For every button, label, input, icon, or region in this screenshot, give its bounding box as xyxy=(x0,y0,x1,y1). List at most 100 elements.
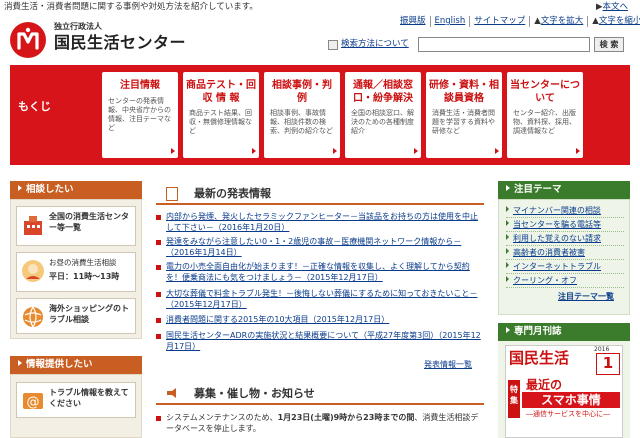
provide-heading: 情報提供したい xyxy=(10,356,142,374)
skip-link-text[interactable]: 本文へ xyxy=(603,2,629,12)
news-item[interactable]: 発達をみながら注意したい0・1・2歳児の事故－医療機関ネットワーク情報から－（2… xyxy=(156,237,484,259)
arrow-right-icon xyxy=(18,185,22,191)
provide-card-trouble-info[interactable]: @ トラブル情報を教えてください xyxy=(16,382,136,418)
consult-heading: 相談したい xyxy=(10,181,142,199)
building-icon xyxy=(24,216,42,235)
logo-icon[interactable] xyxy=(10,22,46,58)
focus-link[interactable]: インターネットトラブル xyxy=(513,262,601,271)
search-help-text[interactable]: 検索方法について xyxy=(341,39,409,50)
utility-link-font-large[interactable]: ▲文字を拡大 xyxy=(529,16,587,28)
nav-item-product-tests[interactable]: 商品テスト・回 収 情 報 商品テスト結果、回収・無償修理情報など xyxy=(183,72,259,158)
document-icon xyxy=(166,187,178,201)
site-tagline: 消費生活・消費者問題に関する事例や対処方法を紹介しています。 xyxy=(4,2,258,12)
utility-link-text[interactable]: 振興版 xyxy=(400,16,426,26)
focus-item[interactable]: インターネットトラブル xyxy=(506,262,624,274)
news-link[interactable]: 消費者問題に関する2015年の10大項目（2015年12月17日） xyxy=(166,315,484,326)
megaphone-icon xyxy=(167,388,176,398)
consult-card-sub: 平日：11時～13時 xyxy=(49,272,120,281)
consult-card-center-list[interactable]: 全国の消費生活センター等一覧 xyxy=(16,206,136,246)
focus-more-text[interactable]: 注目テーマ一覧 xyxy=(558,292,614,301)
arrow-right-icon xyxy=(252,148,256,154)
focus-link[interactable]: 当センターを騙る電話等 xyxy=(513,220,601,229)
bullet-icon xyxy=(156,334,161,339)
utility-link-text[interactable]: 文字を縮小 xyxy=(599,16,640,26)
provide-card-text: トラブル情報を教えてください xyxy=(49,388,129,408)
chevron-right-icon xyxy=(506,234,509,240)
news-link[interactable]: 電力の小売全面自由化が始まります！－正確な情報を収集し、よく理解してから契約を！… xyxy=(166,262,484,284)
news-link[interactable]: 内部から発煙、発火したセラミックファンヒーター－当該品をお持ちの方は使用を中止し… xyxy=(166,212,484,234)
consult-card-lunch[interactable]: お昼の消費生活相談 平日：11時～13時 xyxy=(16,252,136,292)
magazine-heading: 専門月刊誌 xyxy=(498,323,630,341)
focus-item[interactable]: 当センターを騙る電話等 xyxy=(506,220,624,232)
arrow-right-icon xyxy=(414,148,418,154)
event-text-pre: システムメンテナンスのため、 xyxy=(166,413,278,422)
news-item[interactable]: 内部から発煙、発火したセラミックファンヒーター－当該品をお持ちの方は使用を中止し… xyxy=(156,212,484,234)
chevron-right-icon xyxy=(506,220,509,226)
consult-card-text: 海外ショッピングのトラブル相談 xyxy=(49,304,129,324)
nav-item-title: 通報／相談窓口・紛争解決 xyxy=(353,80,413,104)
bullet-icon xyxy=(156,265,161,270)
focus-link[interactable]: 利用した覚えのない請求 xyxy=(513,234,601,243)
focus-item[interactable]: 高齢者の消費者被害 xyxy=(506,248,624,260)
news-link[interactable]: 大切な葬儀で料金トラブル発生！－後悔しない葬儀にするために知っておきたいこと－（… xyxy=(166,289,484,311)
bullet-icon xyxy=(156,416,161,421)
focus-item[interactable]: クーリング・オフ xyxy=(506,276,624,288)
arrow-right-icon xyxy=(333,148,337,154)
news-item[interactable]: 大切な葬儀で料金トラブル発生！－後悔しない葬儀にするために知っておきたいこと－（… xyxy=(156,289,484,311)
utility-link-text[interactable]: English xyxy=(435,16,466,26)
utility-link-english[interactable]: English xyxy=(429,16,470,28)
nav-item-desc: 商品テスト結果、回収・無償修理情報など xyxy=(189,109,252,136)
utility-link-font-small[interactable]: ▲文字を縮小 xyxy=(587,16,640,28)
magazine-feature-label: 特集 xyxy=(508,380,520,418)
news-link[interactable]: 国民生活センターADRの実施状況と結果概要について（平成27年度第3回）（201… xyxy=(166,331,484,353)
nav-item-contact-disputes[interactable]: 通報／相談窓口・紛争解決 全国の相談窓口、解決のための各種制度紹介 xyxy=(345,72,421,158)
utility-link-text[interactable]: サイトマップ xyxy=(474,16,525,26)
nav-item-desc: センター紹介、出版物、資料探、採用、調達情報など xyxy=(513,109,576,136)
nav-item-desc: センターの発表情報、中央省庁からの情報、注目テーマなど xyxy=(108,96,171,132)
nav-item-title: 相談事例・判 例 xyxy=(272,80,352,104)
consult-card-text: 全国の消費生活センター等一覧 xyxy=(49,212,129,232)
focus-more-link[interactable]: 注目テーマ一覧 xyxy=(558,292,614,302)
search-help-link[interactable]: 検索方法について xyxy=(328,39,409,50)
focus-heading-text: 注目テーマ xyxy=(514,184,562,195)
focus-link[interactable]: クーリング・オフ xyxy=(513,276,577,285)
nav-item-desc: 消費生活・消費者問題を学習する資料や研修など xyxy=(432,109,495,136)
magazine-title: 国民生活 xyxy=(509,349,570,367)
nav-item-cases[interactable]: 相談事例・判 例 相談事例、事故情報、相談件数の検索、判例の紹介など xyxy=(264,72,352,158)
skip-to-content-link[interactable]: ▶本文へ xyxy=(596,2,628,13)
nav-item-title: 研修・資料・相談員資格 xyxy=(429,80,499,104)
focus-heading: 注目テーマ xyxy=(498,181,630,199)
chevron-right-icon xyxy=(506,276,509,282)
arrow-right-icon xyxy=(171,148,175,154)
nav-item-featured[interactable]: 注目情報 センターの発表情報、中央省庁からの情報、注目テーマなど xyxy=(102,72,178,158)
consult-card-overseas[interactable]: 海外ショッピングのトラブル相談 xyxy=(16,298,136,334)
search-input[interactable] xyxy=(418,37,590,52)
utility-link-text[interactable]: 文字を拡大 xyxy=(541,16,584,26)
utility-link-furigana[interactable]: 振興版 xyxy=(396,16,430,27)
news-item[interactable]: 国民生活センターADRの実施状況と結果概要について（平成27年度第3回）（201… xyxy=(156,331,484,353)
nav-item-title: 当センターについて xyxy=(510,80,580,104)
nav-item-title: 注目情報 xyxy=(120,80,160,91)
divider xyxy=(506,259,624,260)
arrow-right-icon xyxy=(495,148,499,154)
focus-item[interactable]: マイナンバー関連の相談 xyxy=(506,206,624,218)
utility-link-sitemap[interactable]: サイトマップ xyxy=(469,16,529,28)
focus-link[interactable]: 高齢者の消費者被害 xyxy=(513,248,585,257)
news-more-text[interactable]: 発表情報一覧 xyxy=(424,360,472,369)
event-text: システムメンテナンスのため、1月23日(土曜)9時から23時までの間、消費生活相… xyxy=(166,413,484,435)
nav-item-desc: 全国の相談窓口、解決のための各種制度紹介 xyxy=(351,109,414,136)
chevron-right-icon xyxy=(506,206,509,212)
nav-item-training[interactable]: 研修・資料・相談員資格 消費生活・消費者問題を学習する資料や研修など xyxy=(426,72,502,158)
news-link[interactable]: 発達をみながら注意したい0・1・2歳児の事故－医療機関ネットワーク情報から－（2… xyxy=(166,237,484,259)
arrow-right-icon xyxy=(576,148,580,154)
news-item[interactable]: 電力の小売全面自由化が始まります！－正確な情報を収集し、よく理解してから契約を！… xyxy=(156,262,484,284)
news-item[interactable]: 消費者問題に関する2015年の10大項目（2015年12月17日） xyxy=(156,315,484,326)
news-more-link[interactable]: 発表情報一覧 xyxy=(424,360,472,370)
nav-item-about[interactable]: 当センターについて センター紹介、出版物、資料探、採用、調達情報など xyxy=(507,72,583,158)
focus-link[interactable]: マイナンバー関連の相談 xyxy=(513,206,601,215)
focus-item[interactable]: 利用した覚えのない請求 xyxy=(506,234,624,246)
divider xyxy=(506,217,624,218)
search-button[interactable]: 検 索 xyxy=(594,37,624,52)
org-name[interactable]: 国民生活センター xyxy=(54,33,186,54)
magazine-issue: 1 xyxy=(596,353,620,375)
